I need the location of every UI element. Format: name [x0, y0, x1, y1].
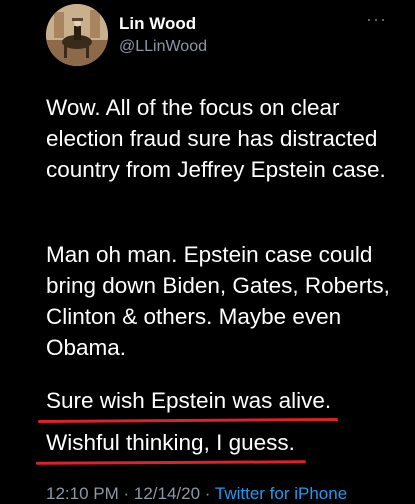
tweet-paragraph: Sure wish Epstein was alive. — [46, 388, 332, 413]
tweet-time[interactable]: 12:10 PM — [46, 484, 119, 503]
more-options-icon[interactable]: ··· — [366, 10, 387, 28]
tweet-source-link[interactable]: Twitter for iPhone — [215, 484, 347, 503]
meta-separator: · — [118, 484, 134, 503]
author-display-name[interactable]: Lin Wood — [119, 14, 196, 34]
tweet: Lin Wood @LLinWood ··· Wow. All of the f… — [0, 0, 415, 503]
red-underline-annotation — [37, 417, 339, 424]
tweet-paragraph: Wow. All of the focus on clear election … — [46, 95, 386, 182]
tweet-paragraph: Wishful thinking, I guess. — [46, 430, 295, 455]
tweet-paragraph: Man oh man. Epstein case could bring dow… — [46, 242, 390, 360]
red-underline-annotation — [35, 460, 307, 465]
profile-photo-icon — [46, 4, 108, 66]
avatar[interactable] — [46, 4, 108, 66]
tweet-date[interactable]: 12/14/20 — [134, 484, 200, 503]
tweet-meta: 12:10 PM · 12/14/20 · Twitter for iPhone — [46, 484, 347, 504]
meta-separator: · — [200, 484, 215, 503]
author-handle[interactable]: @LLinWood — [119, 38, 207, 56]
